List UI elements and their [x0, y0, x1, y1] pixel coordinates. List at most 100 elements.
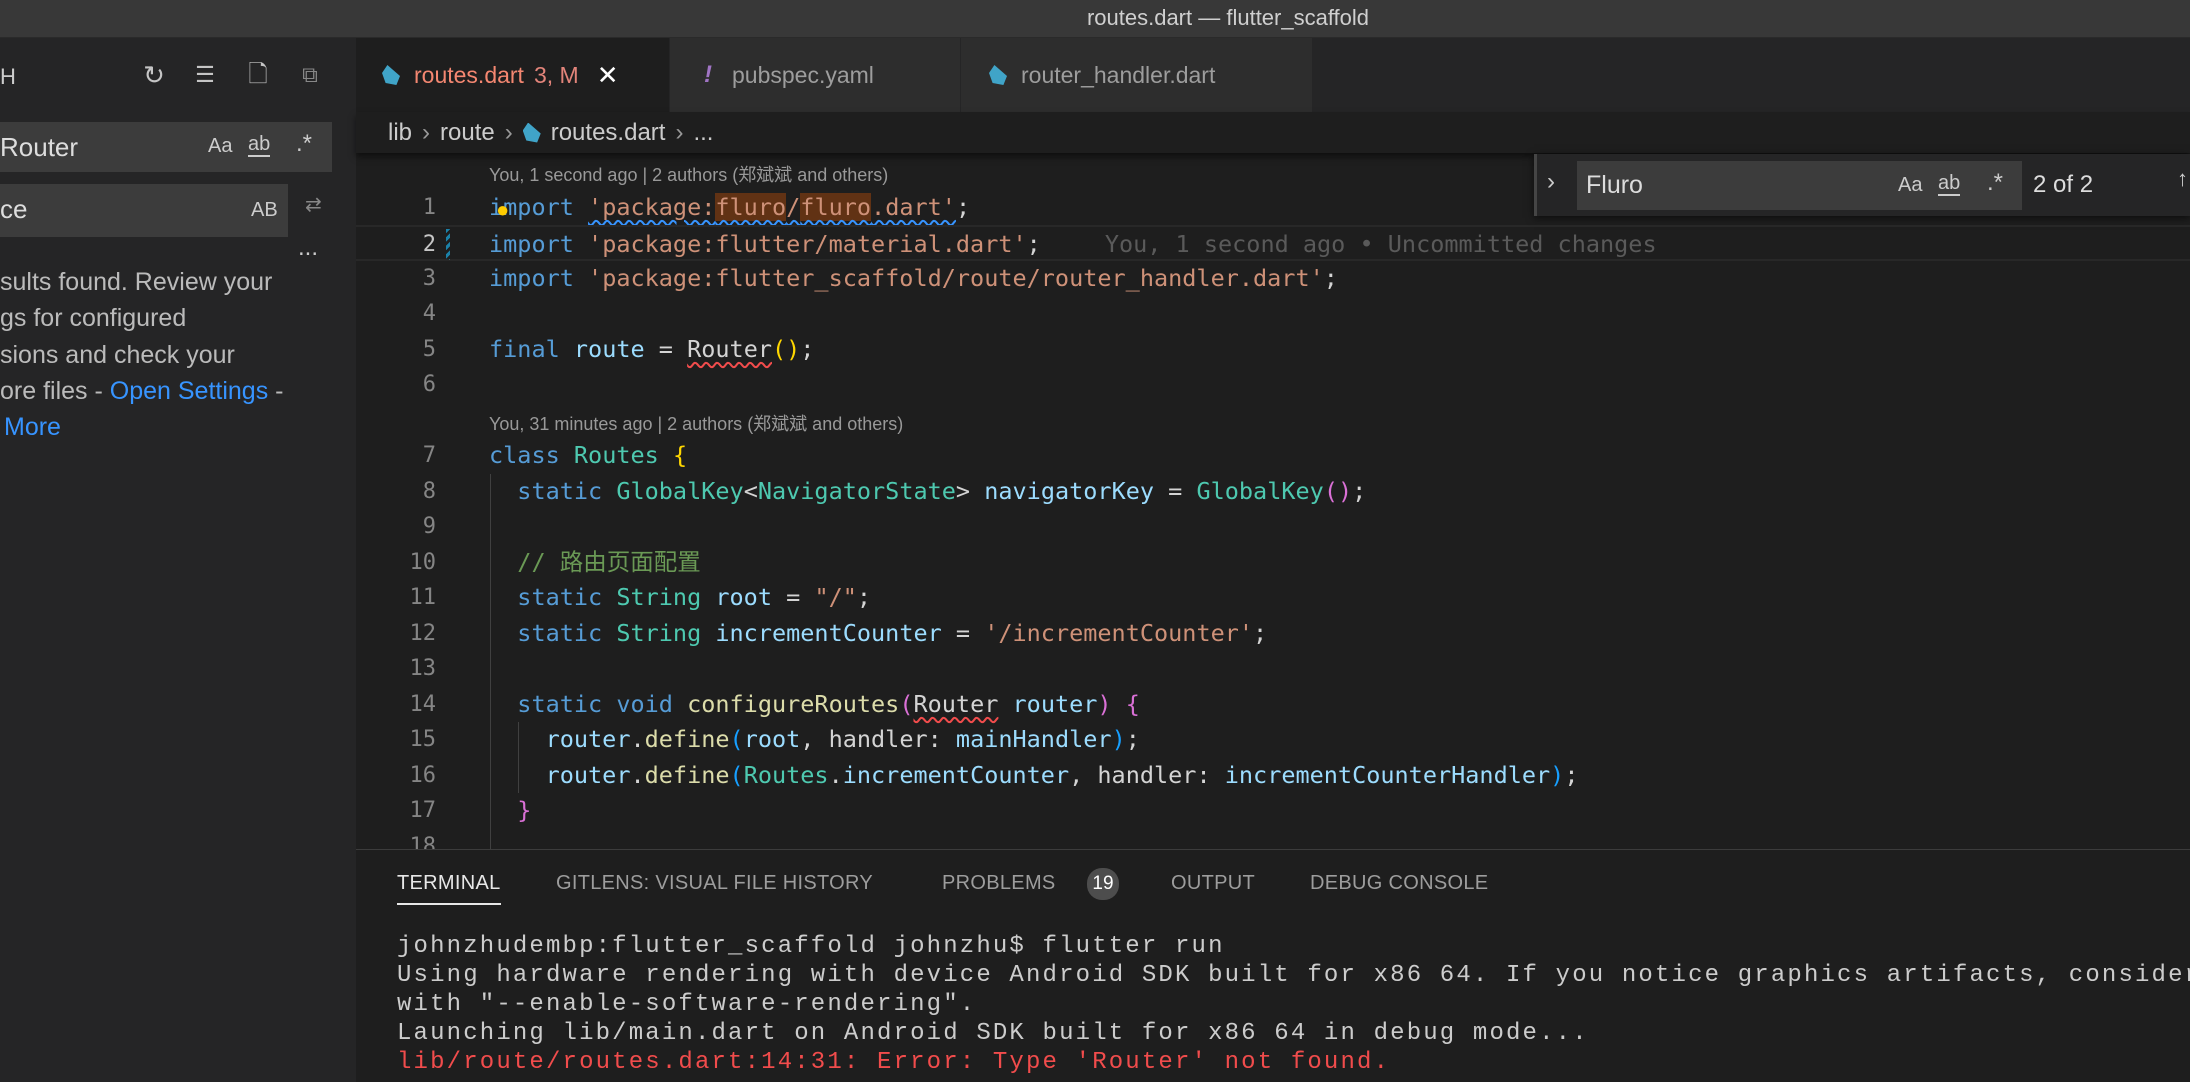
- panel-tab-debug-console[interactable]: DEBUG CONSOLE: [1310, 872, 1488, 895]
- tab-label: pubspec.yaml: [732, 61, 874, 88]
- preserve-case-toggle[interactable]: AB: [251, 199, 278, 222]
- tab-routes-dart[interactable]: routes.dart 3, M ✕: [356, 38, 670, 112]
- code-token: router: [1012, 689, 1098, 718]
- breadcrumb-item[interactable]: ...: [693, 119, 713, 147]
- whole-word-toggle[interactable]: ab: [248, 133, 271, 157]
- code-text: router.define(Routes.incrementCounter, h…: [489, 758, 1579, 794]
- code-token: String: [616, 583, 702, 611]
- panel-tab-output[interactable]: OUTPUT: [1171, 872, 1255, 895]
- line-number: 11: [409, 585, 437, 610]
- line-number: 1: [422, 194, 436, 220]
- code-editor[interactable]: You, 1 second ago | 2 authors (郑斌斌 and o…: [356, 153, 2190, 849]
- previous-match-icon[interactable]: ↑: [2177, 166, 2188, 192]
- code-line: 17 }: [356, 793, 2190, 829]
- indent-guide: [490, 473, 491, 849]
- chevron-right-icon: ›: [422, 118, 431, 146]
- code-token: 'package:flutter/material.dart': [588, 230, 1027, 258]
- code-token: (: [899, 689, 914, 718]
- code-text: import 'package:flutter/material.dart'; Y…: [489, 227, 1657, 263]
- panel-tab-terminal[interactable]: TERMINAL: [397, 872, 501, 905]
- code-text: class Routes {: [489, 438, 687, 474]
- code-token: root: [715, 583, 772, 611]
- code-text: final route = Router();: [489, 332, 814, 368]
- code-token: static: [489, 476, 603, 505]
- open-settings-link[interactable]: Open Settings: [110, 377, 268, 405]
- find-input[interactable]: Fluro Aa ab .*: [1577, 161, 2022, 210]
- code-token: ;: [1253, 618, 1268, 647]
- learn-more-link[interactable]: More: [4, 413, 61, 441]
- code-text: router.define(root, handler: mainHandler…: [489, 722, 1140, 758]
- code-token: .dart': [871, 192, 956, 221]
- breadcrumb-item[interactable]: lib: [388, 119, 412, 147]
- regex-toggle[interactable]: .*: [1987, 169, 2003, 197]
- line-number: 10: [409, 549, 437, 575]
- code-token: {: [672, 441, 688, 469]
- find-input-value: Fluro: [1586, 171, 1643, 199]
- more-options-button[interactable]: ...: [298, 234, 318, 262]
- terminal-output[interactable]: johnzhudembp:flutter_scaffold johnzhu$ f…: [356, 932, 2190, 1082]
- code-text: // 路由页面配置: [489, 545, 700, 581]
- code-token: GlobalKey: [1196, 476, 1324, 505]
- line-number: 15: [409, 727, 437, 752]
- replace-input[interactable]: ce AB: [0, 184, 288, 237]
- line-number: 13: [409, 656, 437, 681]
- match-case-toggle[interactable]: Aa: [1898, 174, 1922, 197]
- collapse-all-icon[interactable]: ⧉: [293, 58, 327, 92]
- whole-word-toggle[interactable]: ab: [1938, 172, 1961, 196]
- search-input-value: Router: [0, 132, 79, 162]
- clear-results-icon[interactable]: ☰: [188, 58, 222, 92]
- code-text: static String incrementCounter = '/incre…: [489, 616, 1267, 652]
- breadcrumb-item[interactable]: routes.dart: [551, 119, 666, 147]
- gitlens-blame-text[interactable]: You, 31 minutes ago | 2 authors (郑斌斌 and…: [489, 407, 903, 443]
- toggle-replace-chevron-icon[interactable]: ›: [1547, 168, 1555, 196]
- code-token: import: [489, 263, 574, 292]
- message-text: ore files -: [0, 377, 110, 405]
- line-number: 9: [422, 514, 436, 539]
- code-token: GlobalKey: [616, 476, 744, 505]
- tab-router-handler-dart[interactable]: router_handler.dart: [961, 38, 1313, 112]
- refresh-icon[interactable]: ↻: [137, 58, 171, 92]
- new-search-editor-icon[interactable]: 🗋: [241, 58, 275, 92]
- code-token: ): [1550, 760, 1565, 789]
- git-modified-gutter[interactable]: [446, 229, 450, 260]
- panel-tab-gitlens-history[interactable]: GITLENS: VISUAL FILE HISTORY: [556, 872, 873, 895]
- tab-status: 3, M: [533, 61, 579, 88]
- breadcrumb-item[interactable]: route: [440, 119, 495, 147]
- code-token: <: [743, 476, 758, 505]
- code-token: incrementCounter: [842, 760, 1070, 789]
- line-number: 17: [409, 798, 437, 823]
- lightbulb-icon[interactable]: ●: [496, 192, 509, 228]
- tab-pubspec-yaml[interactable]: ! pubspec.yaml: [670, 38, 961, 112]
- search-input[interactable]: Router Aa ab .*: [0, 122, 332, 172]
- code-token: mainHandler: [955, 725, 1112, 753]
- code-token: ;: [1323, 263, 1338, 292]
- tab-label: router_handler.dart: [1021, 61, 1216, 88]
- code-token: final: [489, 334, 560, 363]
- chevron-right-icon: ›: [675, 118, 684, 146]
- inline-blame: You, 1 second ago • Uncommitted changes: [1104, 230, 1657, 258]
- title-bar: routes.dart — flutter_scaffold: [0, 0, 2190, 38]
- code-token: static: [489, 583, 603, 611]
- code-token: ;: [1352, 476, 1367, 505]
- terminal-line: johnzhudembp:flutter_scaffold johnzhu$ f…: [397, 933, 1225, 960]
- panel-tab-problems[interactable]: PROBLEMS: [942, 872, 1056, 895]
- match-case-toggle[interactable]: Aa: [208, 135, 232, 158]
- code-token: =: [1154, 476, 1197, 505]
- terminal-error-line: lib/route/routes.dart:14:31: Error: Type…: [397, 1049, 1391, 1076]
- code-line: 5 final route = Router();: [356, 332, 2190, 368]
- code-token: (): [772, 334, 801, 363]
- code-token: (: [729, 760, 744, 789]
- code-text: static void configureRoutes(Router route…: [489, 687, 1140, 723]
- replace-all-icon[interactable]: ⇄: [305, 192, 322, 217]
- code-token: {: [1125, 689, 1140, 718]
- gitlens-blame-text[interactable]: You, 1 second ago | 2 authors (郑斌斌 and o…: [489, 158, 888, 194]
- regex-toggle[interactable]: .*: [296, 130, 312, 158]
- close-icon[interactable]: ✕: [597, 60, 619, 91]
